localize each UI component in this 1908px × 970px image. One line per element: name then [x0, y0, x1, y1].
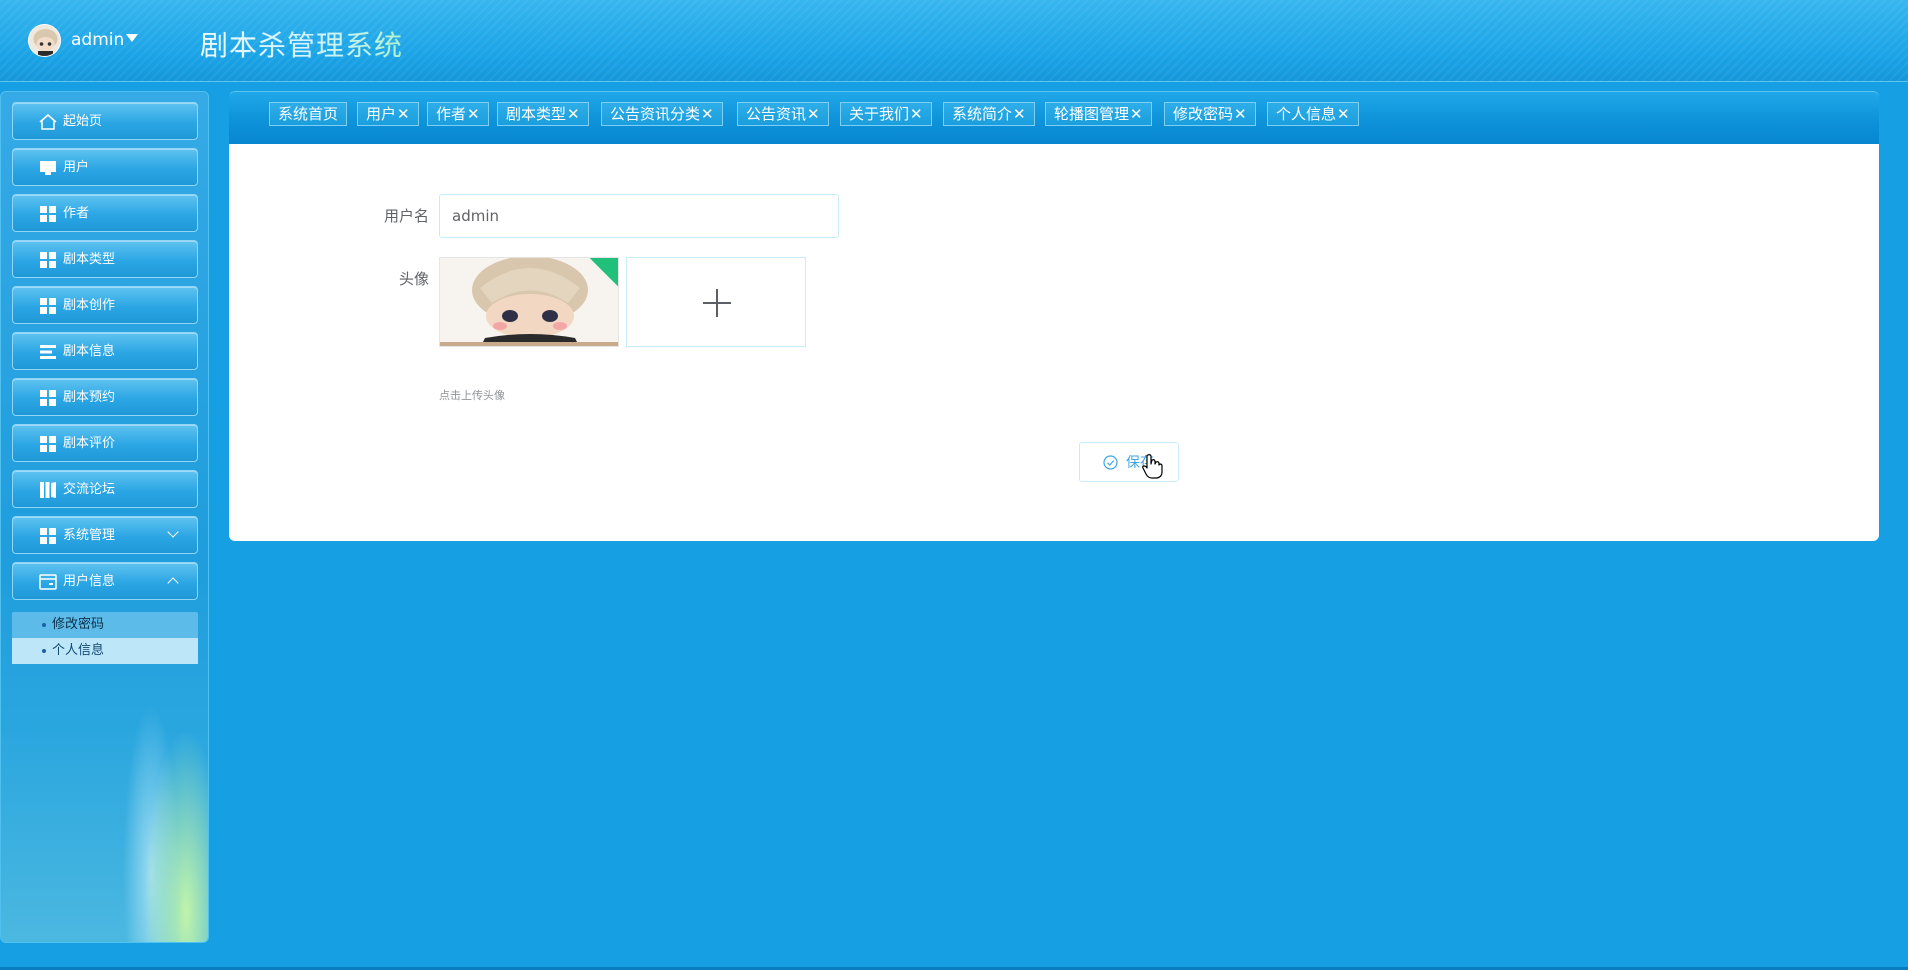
sidebar-item-label: 剧本创作: [63, 298, 116, 313]
tab-label: 关于我们: [849, 105, 910, 123]
avatar-image: [440, 258, 618, 346]
tab-label: 用户: [366, 105, 397, 123]
sidebar-item-label: 剧本信息: [63, 344, 116, 359]
avatar-upload-button[interactable]: [626, 257, 806, 347]
grid-icon: [40, 390, 56, 406]
tab-label: 公告资讯分类: [610, 105, 701, 123]
sidebar-item-forum[interactable]: 交流论坛: [12, 470, 198, 508]
sidebar-item-user-info[interactable]: 用户信息: [12, 562, 198, 600]
sidebar-item-label: 剧本评价: [63, 436, 116, 451]
bullet-icon: [42, 623, 46, 627]
sidebar-item-script-creation[interactable]: 剧本创作: [12, 286, 198, 324]
sidebar-item-label: 剧本类型: [63, 252, 116, 267]
grid-icon: [40, 252, 56, 268]
submenu-item-personal-info[interactable]: 个人信息: [12, 638, 198, 664]
sidebar-item-script-types[interactable]: 剧本类型: [12, 240, 198, 278]
sidebar-item-script-info[interactable]: 剧本信息: [12, 332, 198, 370]
sidebar-item-label: 用户: [63, 160, 90, 175]
save-button[interactable]: 保存: [1079, 442, 1179, 482]
sidebar-item-label: 交流论坛: [63, 482, 116, 497]
tab-notice-categories[interactable]: 公告资讯分类✕: [601, 102, 723, 126]
bullet-icon: [42, 649, 46, 653]
grid-icon: [40, 528, 56, 544]
chevron-up-icon: [167, 577, 179, 589]
username-label[interactable]: admin: [71, 30, 124, 50]
close-icon[interactable]: ✕: [910, 105, 923, 123]
tab-label: 剧本类型: [506, 105, 567, 123]
sidebar-item-authors[interactable]: 作者: [12, 194, 198, 232]
sidebar-item-label: 剧本预约: [63, 390, 116, 405]
avatar-preview[interactable]: [439, 257, 619, 347]
sidebar-item-label: 作者: [63, 206, 90, 221]
sidebar-item-users[interactable]: 用户: [12, 148, 198, 186]
monitor-icon: [40, 161, 56, 175]
main-content: 用户名 头像 点击上传头像 保存: [229, 144, 1879, 541]
check-circle-icon: [1103, 455, 1118, 470]
tab-change-password[interactable]: 修改密码✕: [1164, 102, 1256, 126]
grid-icon: [40, 206, 56, 222]
plus-icon: [716, 289, 718, 317]
tab-label: 作者: [436, 105, 467, 123]
avatar-image: [29, 25, 60, 56]
user-avatar[interactable]: [28, 24, 61, 57]
close-icon[interactable]: ✕: [1130, 105, 1143, 123]
sidebar-item-label: 用户信息: [63, 574, 116, 589]
submenu-item-label: 个人信息: [52, 643, 105, 658]
close-icon[interactable]: ✕: [1234, 105, 1247, 123]
sidebar-item-system[interactable]: 系统管理: [12, 516, 198, 554]
tab-label: 个人信息: [1276, 105, 1337, 123]
close-icon[interactable]: ✕: [567, 105, 580, 123]
app-title: 剧本杀管理系统: [200, 24, 403, 64]
avatar-label: 头像: [398, 270, 429, 288]
close-icon[interactable]: ✕: [701, 105, 714, 123]
submenu-user-info: 修改密码 个人信息: [12, 612, 198, 664]
tab-label: 轮播图管理: [1054, 105, 1130, 123]
sidebar: 起始页 用户 作者 剧本类型 剧本创作 剧本信息 剧本预约 剧本评价 交流论坛 …: [0, 91, 209, 943]
submenu-item-change-password[interactable]: 修改密码: [12, 612, 198, 638]
username-label: 用户名: [383, 207, 429, 225]
tab-about-us[interactable]: 关于我们✕: [840, 102, 932, 126]
sidebar-item-script-review[interactable]: 剧本评价: [12, 424, 198, 462]
close-icon[interactable]: ✕: [807, 105, 820, 123]
close-icon[interactable]: ✕: [1013, 105, 1026, 123]
username-input[interactable]: [439, 194, 839, 238]
caret-down-icon[interactable]: [126, 34, 138, 42]
tab-label: 系统首页: [278, 105, 339, 123]
grid-icon: [40, 298, 56, 314]
tab-notices[interactable]: 公告资讯✕: [737, 102, 829, 126]
tab-personal-info[interactable]: 个人信息✕: [1267, 102, 1359, 126]
tab-script-types[interactable]: 剧本类型✕: [497, 102, 589, 126]
tab-label: 系统简介: [952, 105, 1013, 123]
tab-label: 公告资讯: [746, 105, 807, 123]
sidebar-item-script-booking[interactable]: 剧本预约: [12, 378, 198, 416]
hand-pointer-icon: [1142, 454, 1163, 479]
tab-users[interactable]: 用户✕: [357, 102, 419, 126]
close-icon[interactable]: ✕: [1337, 105, 1350, 123]
sidebar-item-label: 系统管理: [63, 528, 116, 543]
home-icon: [39, 114, 57, 130]
sidebar-item-home[interactable]: 起始页: [12, 102, 198, 140]
chevron-down-icon: [167, 526, 179, 538]
top-header: admin 剧本杀管理系统: [0, 0, 1908, 82]
list-icon: [40, 345, 56, 359]
close-icon[interactable]: ✕: [467, 105, 480, 123]
tabs-bar: 系统首页 用户✕ 作者✕ 剧本类型✕ 公告资讯分类✕ 公告资讯✕ 关于我们✕ 系…: [229, 91, 1879, 144]
submenu-item-label: 修改密码: [52, 617, 105, 632]
tab-authors[interactable]: 作者✕: [427, 102, 489, 126]
tab-system-intro[interactable]: 系统简介✕: [943, 102, 1035, 126]
upload-tip: 点击上传头像: [439, 389, 505, 402]
tab-label: 修改密码: [1173, 105, 1234, 123]
close-icon[interactable]: ✕: [397, 105, 410, 123]
tab-carousel[interactable]: 轮播图管理✕: [1045, 102, 1152, 126]
grid-icon: [40, 436, 56, 452]
book-icon: [40, 482, 56, 498]
sidebar-item-label: 起始页: [63, 114, 103, 129]
tab-home[interactable]: 系统首页: [269, 102, 348, 126]
card-icon: [39, 574, 57, 590]
